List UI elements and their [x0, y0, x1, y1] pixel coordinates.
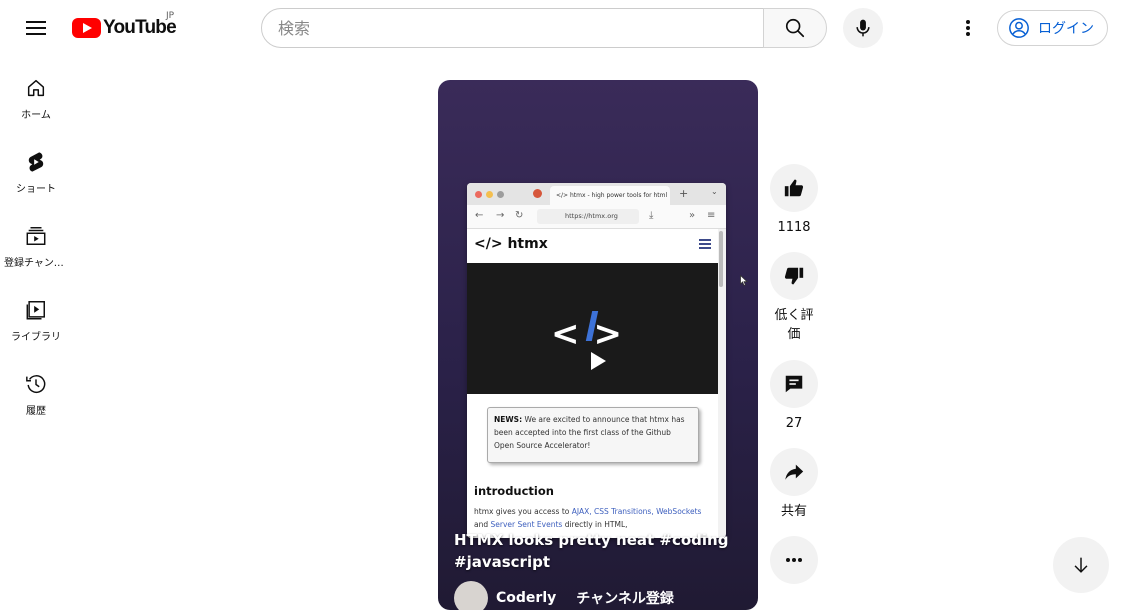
comment-count: 27 — [785, 416, 803, 431]
logo-text: YouTube — [103, 17, 177, 38]
extension-icon — [533, 189, 542, 198]
comments-action: 27 — [770, 360, 818, 433]
youtube-logo-icon — [72, 18, 101, 38]
news-text: We are excited to announce that htmx has… — [494, 415, 685, 450]
browser-scrollbar — [719, 231, 723, 287]
subscriptions-icon — [24, 224, 48, 248]
play-icon — [581, 347, 615, 375]
thumbs-up-icon — [784, 179, 804, 197]
sidebar-item-label: ショート — [16, 184, 56, 195]
account-icon — [1009, 18, 1029, 38]
chevron-down-icon: ⌄ — [711, 187, 718, 196]
new-tab-icon: + — [679, 187, 689, 200]
library-icon — [24, 298, 48, 322]
intro-heading: introduction — [474, 484, 554, 498]
next-short-button[interactable] — [1053, 537, 1109, 593]
comment-icon — [785, 375, 803, 393]
news-banner: NEWS: We are excited to announce that ht… — [487, 407, 699, 463]
browser-menu-icon: ≡ — [707, 210, 716, 221]
intro-text: directly in HTML, — [562, 520, 628, 529]
reload-icon: ↻ — [515, 210, 524, 221]
short-video-player[interactable]: </> htmx - high power tools for html + ⌄… — [438, 80, 758, 610]
intro-text: htmx gives you access to — [474, 507, 572, 516]
browser-page: </> htmx <> NEWS: We are excited to anno… — [467, 229, 718, 538]
overflow-icon: » — [689, 210, 696, 221]
sidebar-item-shorts[interactable]: ショート — [4, 130, 68, 204]
sidebar-item-label: ホーム — [21, 110, 51, 121]
forward-icon: → — [496, 210, 505, 221]
browser-tab-bar: </> htmx - high power tools for html + ⌄ — [467, 183, 726, 205]
download-icon: ⤓ — [649, 210, 654, 221]
sidebar-item-history[interactable]: 履歴 — [4, 352, 68, 426]
sidebar-item-home[interactable]: ホーム — [4, 56, 68, 130]
youtube-logo[interactable]: YouTube — [72, 16, 177, 40]
embedded-video: <> — [467, 263, 718, 394]
share-arrow-icon — [785, 464, 804, 480]
avatar[interactable] — [454, 581, 488, 610]
sidebar-item-label: 履歴 — [26, 406, 46, 417]
close-dot-icon — [475, 191, 482, 198]
share-action: 共有 — [770, 448, 818, 521]
home-icon — [24, 76, 48, 100]
masthead: YouTube JP ログイン — [0, 0, 1124, 56]
sidebar-item-label: ライブラリ — [11, 332, 61, 343]
dislike-button[interactable] — [770, 252, 818, 300]
search-button[interactable] — [763, 8, 827, 48]
share-button[interactable] — [770, 448, 818, 496]
htmx-logo: </> htmx — [474, 236, 548, 252]
mouse-cursor-icon — [740, 275, 748, 286]
more-vertical-icon — [966, 20, 970, 36]
zoom-dot-icon — [497, 191, 504, 198]
login-label: ログイン — [1038, 21, 1094, 37]
dislike-action: 低く評価 — [770, 252, 818, 344]
channel-row: Coderly チャンネル登録 — [454, 581, 674, 610]
intro-text: and — [474, 520, 491, 529]
login-button[interactable]: ログイン — [997, 10, 1108, 46]
like-button[interactable] — [770, 164, 818, 212]
video-frame-browser-window: </> htmx - high power tools for html + ⌄… — [467, 183, 726, 538]
sidebar-item-subscriptions[interactable]: 登録チャンネル — [4, 204, 68, 278]
like-action: 1118 — [770, 164, 818, 237]
share-label: 共有 — [780, 504, 807, 519]
more-action — [770, 536, 818, 584]
thumbs-down-icon — [784, 267, 804, 285]
more-actions-button[interactable] — [770, 536, 818, 584]
hamburger-icon — [699, 239, 711, 251]
sidebar-item-label: 登録チャンネル — [4, 258, 68, 269]
like-count: 1118 — [777, 220, 811, 235]
minimize-dot-icon — [486, 191, 493, 198]
browser-tab: </> htmx - high power tools for html — [550, 186, 670, 205]
subscribe-button[interactable]: チャンネル登録 — [576, 588, 674, 608]
intro-link: Server Sent Events — [490, 520, 563, 529]
more-horizontal-icon — [786, 558, 802, 562]
dislike-label: 低く評価 — [774, 308, 814, 342]
guide-menu-button[interactable] — [20, 12, 52, 44]
browser-url-bar: ← → ↻ https://htmx.org ⤓ » ≡ — [467, 205, 726, 229]
intro-paragraph: htmx gives you access to AJAX, CSS Trans… — [474, 505, 712, 531]
search-input[interactable] — [262, 9, 763, 47]
short-title[interactable]: HTMX looks pretty neat #coding #javascri… — [454, 529, 744, 573]
comments-button[interactable] — [770, 360, 818, 408]
news-label: NEWS: — [494, 415, 523, 424]
microphone-icon — [856, 19, 870, 37]
arrow-down-icon — [1074, 557, 1088, 573]
url-field: https://htmx.org — [537, 209, 639, 224]
settings-more-button[interactable] — [952, 12, 984, 44]
intro-links: AJAX, CSS Transitions, WebSockets — [571, 507, 702, 516]
voice-search-button[interactable] — [843, 8, 883, 48]
channel-name[interactable]: Coderly — [496, 590, 556, 606]
sidebar-item-library[interactable]: ライブラリ — [4, 278, 68, 352]
search-box — [261, 8, 764, 48]
history-icon — [24, 372, 48, 396]
back-icon: ← — [475, 210, 484, 221]
shorts-icon — [24, 150, 48, 174]
search-icon — [785, 18, 805, 38]
region-code: JP — [166, 11, 175, 21]
